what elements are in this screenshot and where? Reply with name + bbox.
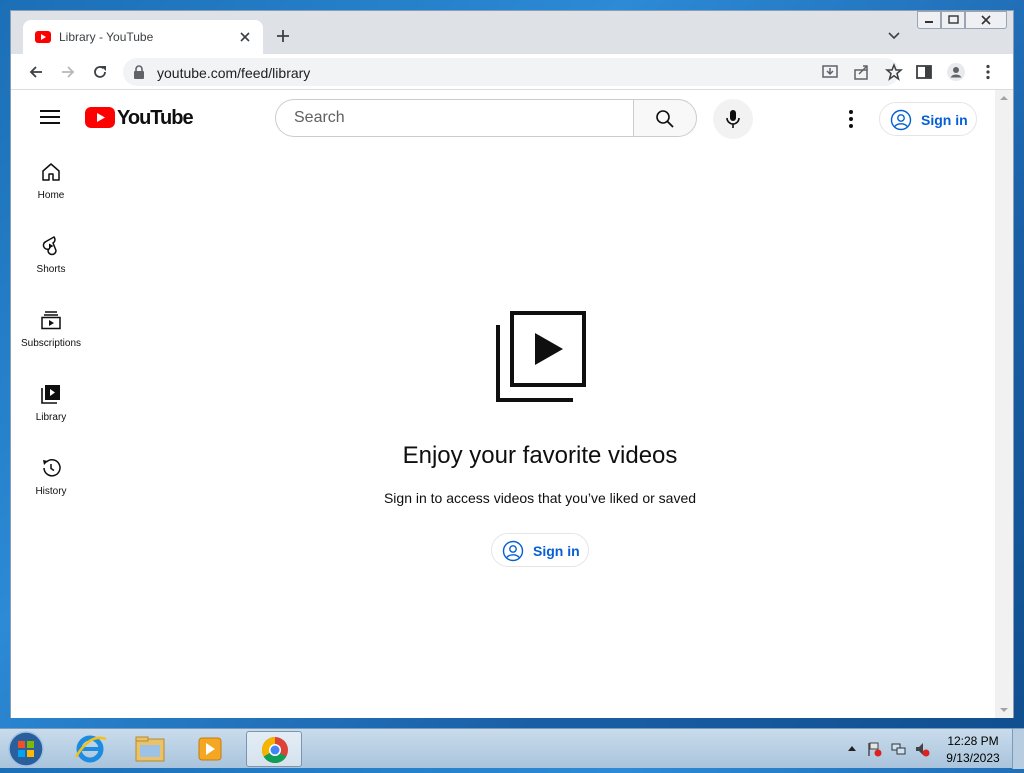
search-input[interactable] — [292, 108, 616, 128]
tab-library[interactable]: Library - YouTube — [23, 20, 263, 54]
windows-start-icon[interactable] — [6, 730, 46, 768]
sidebar-item-home[interactable]: Home — [11, 146, 91, 216]
header-sign-in-button[interactable]: Sign in — [879, 102, 977, 136]
show-desktop-button[interactable] — [1012, 729, 1024, 769]
sidebar-item-shorts[interactable]: Shorts — [11, 220, 91, 290]
account-circle-icon — [502, 540, 524, 562]
search-box[interactable] — [275, 99, 633, 137]
clock-time[interactable]: 12:28 PM — [940, 734, 1006, 748]
tab-strip: Library - YouTube — [11, 11, 1013, 54]
taskbar-file-explorer[interactable] — [122, 731, 178, 767]
windows-taskbar: 12:28 PM 9/13/2023 — [0, 728, 1024, 769]
share-icon[interactable] — [853, 63, 871, 81]
sidebar-item-label: Subscriptions — [20, 338, 82, 349]
page-content: YouTube Search Sign in Home Shorts Subsc… — [11, 90, 995, 718]
taskbar-media-player[interactable] — [182, 731, 238, 767]
history-icon — [43, 459, 61, 477]
taskbar-internet-explorer[interactable] — [62, 731, 118, 767]
hamburger-menu-icon[interactable] — [39, 108, 61, 126]
search-icon — [656, 110, 674, 128]
sidebar-item-label: Shorts — [36, 264, 66, 275]
bookmark-star-icon[interactable] — [885, 63, 903, 81]
search-button[interactable] — [633, 99, 697, 137]
profile-avatar-icon[interactable] — [947, 63, 965, 81]
youtube-logo-icon[interactable] — [85, 107, 115, 128]
sidebar-item-label: Library — [35, 412, 67, 423]
browser-window: Library - YouTube youtube.com/feed/libra… — [10, 10, 1014, 718]
install-app-icon[interactable] — [821, 63, 839, 81]
browser-menu-icon[interactable] — [979, 63, 997, 81]
shorts-icon — [42, 236, 57, 256]
sign-in-label: Sign in — [921, 112, 968, 128]
youtube-wordmark[interactable]: YouTube — [117, 107, 194, 130]
media-player-icon — [198, 737, 222, 761]
internet-explorer-icon — [74, 735, 107, 763]
sidebar-item-label: History — [35, 486, 67, 497]
sidebar-item-subscriptions[interactable]: Subscriptions — [11, 294, 91, 364]
sign-in-label: Sign in — [533, 543, 580, 559]
chrome-icon — [261, 736, 288, 764]
reload-icon[interactable] — [91, 63, 109, 81]
forward-arrow-icon[interactable] — [59, 63, 77, 81]
sidebar-item-label: Home — [37, 190, 65, 201]
home-icon — [42, 163, 60, 181]
maximize-window-button[interactable] — [941, 11, 965, 29]
sidebar-item-history[interactable]: History — [11, 442, 91, 512]
vertical-scrollbar[interactable] — [995, 90, 1013, 718]
close-tab-icon[interactable] — [237, 29, 253, 45]
lock-icon[interactable] — [133, 65, 145, 79]
library-icon — [41, 385, 60, 404]
browser-toolbar: youtube.com/feed/library — [11, 54, 1013, 90]
subscriptions-icon — [41, 311, 61, 330]
sidebar-item-library[interactable]: Library — [11, 368, 91, 438]
empty-state-subtitle: Sign in to access videos that you’ve lik… — [383, 490, 697, 506]
empty-state-title: Enjoy your favorite videos — [402, 442, 678, 469]
tab-title: Library - YouTube — [59, 30, 154, 44]
action-center-flag-icon[interactable] — [866, 741, 882, 757]
scroll-up-arrow-icon[interactable] — [995, 92, 1013, 104]
video-library-icon — [496, 311, 586, 402]
new-tab-icon[interactable] — [275, 28, 291, 44]
show-hidden-icons-arrow-icon[interactable] — [844, 741, 860, 757]
more-options-icon[interactable] — [841, 108, 861, 130]
taskbar-chrome[interactable] — [246, 731, 302, 767]
address-bar[interactable]: youtube.com/feed/library — [123, 58, 903, 86]
close-window-button[interactable] — [965, 11, 1007, 29]
folder-icon — [135, 736, 165, 762]
youtube-favicon-icon — [35, 31, 51, 43]
url-text[interactable]: youtube.com/feed/library — [157, 65, 310, 81]
youtube-masthead: YouTube Search Sign in — [11, 90, 995, 146]
volume-muted-icon[interactable] — [914, 741, 930, 757]
side-panel-icon[interactable] — [915, 63, 933, 81]
clock-date[interactable]: 9/13/2023 — [940, 751, 1006, 765]
account-circle-icon — [890, 109, 912, 131]
minimize-window-button[interactable] — [917, 11, 941, 29]
tab-search-chevron-icon[interactable] — [887, 29, 901, 43]
microphone-icon — [726, 110, 740, 128]
network-icon[interactable] — [890, 741, 906, 757]
sign-in-button[interactable]: Sign in — [491, 533, 589, 567]
voice-search-button[interactable] — [713, 99, 753, 139]
back-arrow-icon[interactable] — [27, 63, 45, 81]
scroll-down-arrow-icon[interactable] — [995, 704, 1013, 716]
